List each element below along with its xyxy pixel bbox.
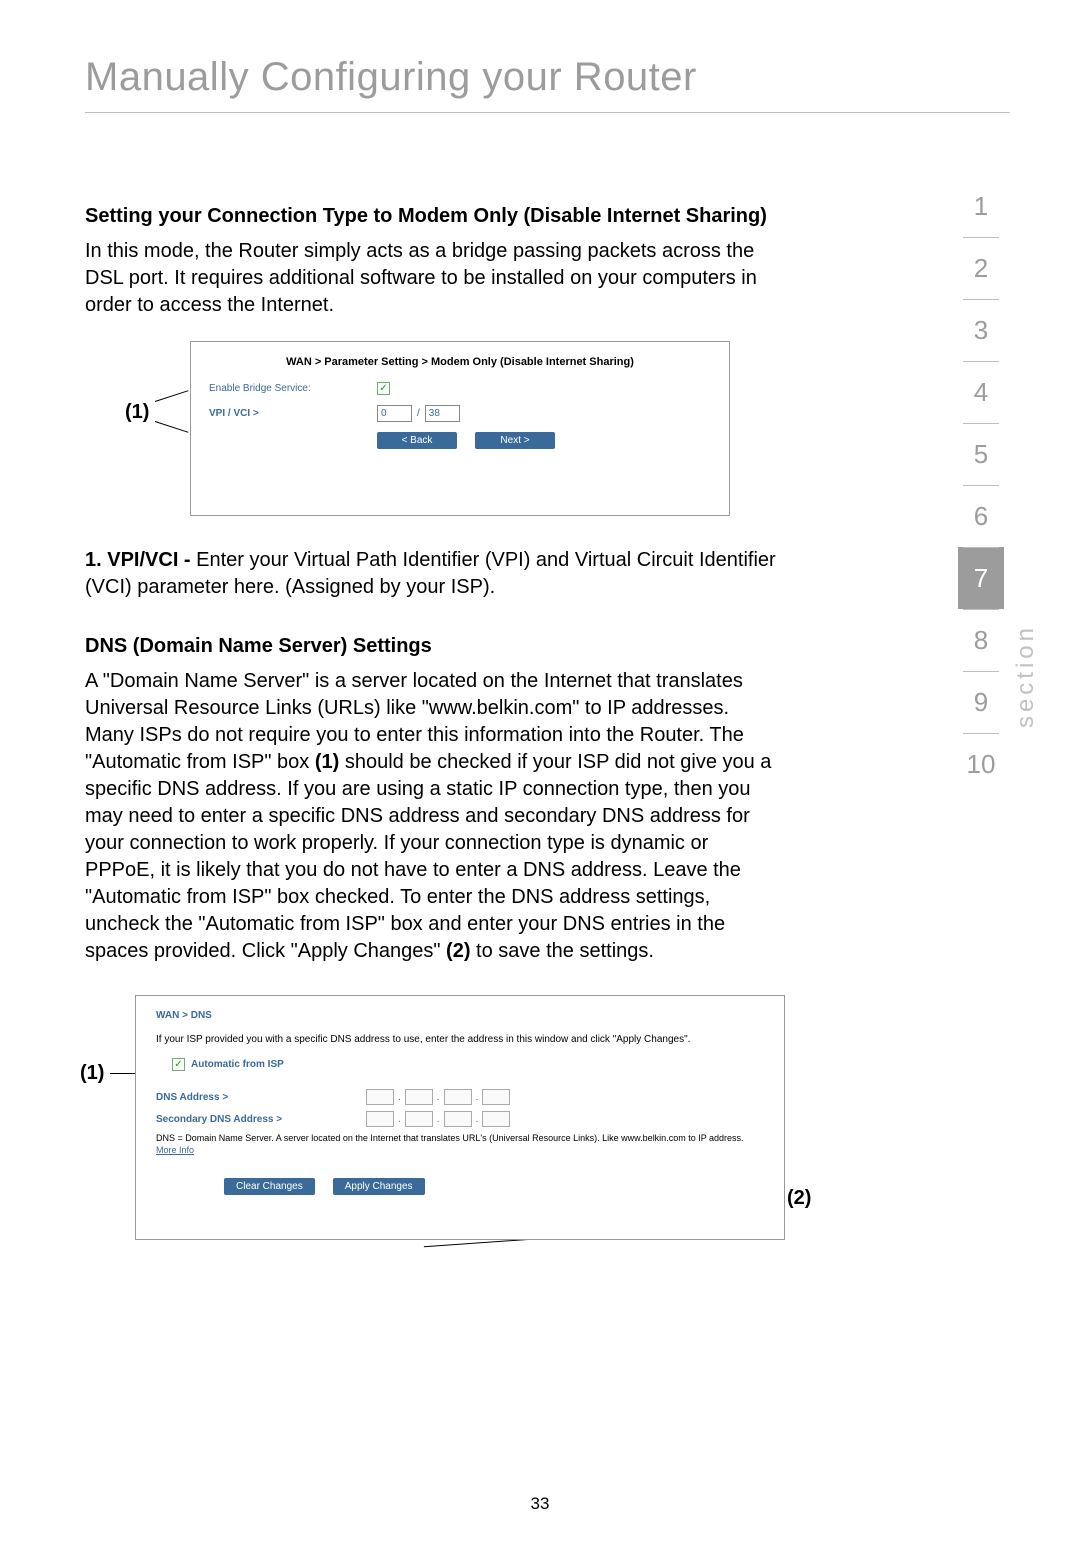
vpi-vci-slash: / (417, 408, 420, 419)
dns-note-text: DNS = Domain Name Server. A server locat… (156, 1133, 744, 1143)
para-dns-c: should be checked if your ISP did not gi… (85, 751, 771, 962)
heading-connection-type: Setting your Connection Type to Modem On… (85, 203, 780, 230)
auto-isp-label: Automatic from ISP (191, 1059, 284, 1070)
section-nav-8[interactable]: 8 (958, 609, 1004, 671)
screenshot-modem-only: (1) WAN > Parameter Setting > Modem Only… (85, 341, 780, 521)
callout-1-dns: (1) (80, 1062, 104, 1085)
dns-octet-3[interactable] (444, 1089, 472, 1105)
vci-input[interactable]: 38 (425, 405, 460, 422)
section-nav-3[interactable]: 3 (958, 299, 1004, 361)
section-nav-5[interactable]: 5 (958, 423, 1004, 485)
breadcrumb-dns: WAN > DNS (156, 1010, 764, 1021)
apply-changes-button[interactable]: Apply Changes (333, 1178, 425, 1195)
callout-1: (1) (125, 401, 149, 424)
section-navigation: 1 2 3 4 5 6 7 8 9 10 section (958, 175, 1040, 795)
page-number: 33 (0, 1494, 1080, 1514)
section-nav-2[interactable]: 2 (958, 237, 1004, 299)
dns-octet-2[interactable] (405, 1089, 433, 1105)
para-dns-ref1: (1) (315, 751, 339, 773)
section-nav-6[interactable]: 6 (958, 485, 1004, 547)
clear-changes-button[interactable]: Clear Changes (224, 1178, 315, 1195)
screenshot-dns: (1) (2) WAN > DNS If your ISP provided y… (85, 995, 780, 1245)
dns-octet-1[interactable] (366, 1089, 394, 1105)
page-title: Manually Configuring your Router (85, 55, 1010, 113)
enable-bridge-label: Enable Bridge Service: (209, 383, 377, 394)
back-button[interactable]: < Back (377, 432, 457, 449)
more-info-link[interactable]: More Info (156, 1145, 194, 1155)
para-modem-only: In this mode, the Router simply acts as … (85, 238, 780, 319)
section-nav-7[interactable]: 7 (958, 547, 1004, 609)
section-nav-4[interactable]: 4 (958, 361, 1004, 423)
dns-address-label: DNS Address > (156, 1092, 366, 1103)
section-nav-10[interactable]: 10 (958, 733, 1004, 795)
auto-isp-checkbox[interactable]: ✓ (172, 1058, 185, 1071)
para-dns-ref2: (2) (446, 940, 470, 962)
list-item-1-label: 1. VPI/VCI - (85, 549, 191, 571)
breadcrumb-modem-only: WAN > Parameter Setting > Modem Only (Di… (209, 356, 711, 368)
next-button[interactable]: Next > (475, 432, 555, 449)
enable-bridge-checkbox[interactable]: ✓ (377, 382, 390, 395)
sec-dns-address-label: Secondary DNS Address > (156, 1114, 366, 1125)
para-dns-e: to save the settings. (471, 940, 654, 962)
vpi-vci-label: VPI / VCI > (209, 408, 377, 419)
dns-intro-text: If your ISP provided you with a specific… (156, 1033, 764, 1046)
section-nav-9[interactable]: 9 (958, 671, 1004, 733)
sec-dns-octet-2[interactable] (405, 1111, 433, 1127)
sec-dns-octet-3[interactable] (444, 1111, 472, 1127)
section-label: section (1012, 624, 1040, 728)
sec-dns-octet-4[interactable] (482, 1111, 510, 1127)
section-nav-1[interactable]: 1 (958, 175, 1004, 237)
dns-octet-4[interactable] (482, 1089, 510, 1105)
heading-dns: DNS (Domain Name Server) Settings (85, 633, 780, 660)
vpi-input[interactable]: 0 (377, 405, 412, 422)
sec-dns-octet-1[interactable] (366, 1111, 394, 1127)
callout-2-dns: (2) (787, 1187, 811, 1210)
